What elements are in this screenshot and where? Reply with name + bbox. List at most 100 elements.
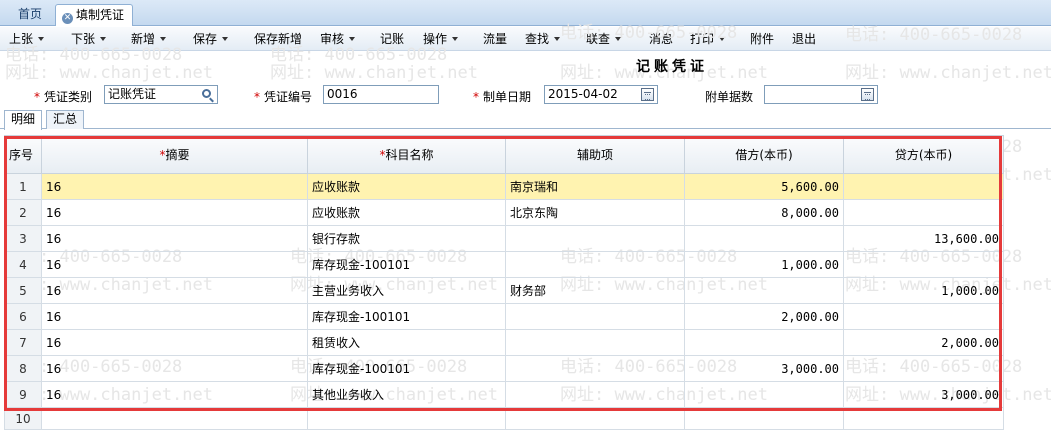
table-row[interactable]: 2 16 应收账款 北京东陶 8,000.00 — [4, 199, 1004, 226]
chevron-down-icon[interactable] — [100, 37, 107, 41]
table-row[interactable]: 3 16 银行存款 13,600.00 — [4, 225, 1004, 252]
cell-aux[interactable]: 南京瑞和 — [505, 173, 685, 200]
cell-debit[interactable] — [684, 381, 844, 408]
col-header-debit[interactable]: 借方(本币) — [684, 135, 844, 174]
cell-account[interactable]: 应收账款 — [307, 173, 506, 200]
cell-summary[interactable]: 16 — [41, 277, 308, 304]
table-row[interactable]: 6 16 库存现金-100101 2,000.00 — [4, 303, 1004, 330]
cell-debit[interactable] — [684, 225, 844, 252]
chevron-down-icon[interactable] — [615, 37, 622, 41]
search-icon[interactable] — [202, 89, 211, 98]
toolbar-button-11[interactable]: 消息 — [649, 27, 673, 51]
cell-summary[interactable]: 16 — [41, 329, 308, 356]
table-row[interactable]: 1 16 应收账款 南京瑞和 5,600.00 — [4, 173, 1004, 200]
toolbar-button-4[interactable]: 保存新增 — [254, 27, 302, 51]
cell-account[interactable]: 租赁收入 — [307, 329, 506, 356]
cell-summary[interactable]: 16 — [41, 251, 308, 278]
toolbar-button-3[interactable]: 保存 — [193, 27, 229, 51]
cell-credit[interactable] — [843, 199, 1004, 226]
cell-debit[interactable] — [684, 277, 844, 304]
tab-detail[interactable]: 明细 — [4, 110, 43, 130]
toolbar-button-7[interactable]: 操作 — [423, 27, 459, 51]
cell-debit[interactable] — [684, 407, 844, 430]
close-icon[interactable]: ✕ — [62, 13, 73, 24]
toolbar-button-1[interactable]: 下张 — [71, 27, 107, 51]
toolbar-button-14[interactable]: 退出 — [792, 27, 816, 51]
toolbar-button-13[interactable]: 附件 — [750, 27, 774, 51]
cell-debit[interactable]: 2,000.00 — [684, 303, 844, 330]
chevron-down-icon[interactable] — [160, 37, 167, 41]
col-header-aux[interactable]: 辅助项 — [505, 135, 685, 174]
cell-credit[interactable]: 13,600.00 — [843, 225, 1004, 252]
toolbar-button-5[interactable]: 审核 — [320, 27, 356, 51]
cell-aux[interactable] — [505, 381, 685, 408]
cell-summary[interactable]: 16 — [41, 381, 308, 408]
cell-summary[interactable]: 16 — [41, 199, 308, 226]
cell-account[interactable]: 库存现金-100101 — [307, 251, 506, 278]
cell-summary[interactable]: 16 — [41, 173, 308, 200]
attachments-field[interactable] — [764, 85, 878, 104]
chevron-down-icon[interactable] — [349, 37, 356, 41]
cell-account[interactable]: 主营业务收入 — [307, 277, 506, 304]
cell-aux[interactable] — [505, 225, 685, 252]
calendar-icon[interactable] — [861, 88, 874, 101]
cell-debit[interactable]: 8,000.00 — [684, 199, 844, 226]
cell-credit[interactable] — [843, 303, 1004, 330]
cell-credit[interactable] — [843, 355, 1004, 382]
table-row[interactable]: 5 16 主营业务收入 财务部 1,000.00 — [4, 277, 1004, 304]
toolbar-button-2[interactable]: 新增 — [131, 27, 167, 51]
cell-debit[interactable]: 3,000.00 — [684, 355, 844, 382]
cell-account[interactable]: 应收账款 — [307, 199, 506, 226]
cell-aux[interactable] — [505, 355, 685, 382]
table-row[interactable]: 4 16 库存现金-100101 1,000.00 — [4, 251, 1004, 278]
cell-credit[interactable]: 3,000.00 — [843, 381, 1004, 408]
voucher-type-field[interactable]: 记账凭证 — [104, 85, 218, 104]
table-row[interactable]: 9 16 其他业务收入 3,000.00 — [4, 381, 1004, 408]
chevron-down-icon[interactable] — [222, 37, 229, 41]
tab-home[interactable]: 首页 — [10, 4, 50, 26]
date-field[interactable]: 2015-04-02 — [544, 85, 658, 104]
cell-credit[interactable]: 2,000.00 — [843, 329, 1004, 356]
toolbar-button-6[interactable]: 记账 — [380, 27, 404, 51]
cell-debit[interactable] — [684, 329, 844, 356]
cell-summary[interactable]: 16 — [41, 355, 308, 382]
cell-account[interactable]: 库存现金-100101 — [307, 355, 506, 382]
calendar-icon[interactable] — [641, 88, 654, 101]
toolbar-button-9[interactable]: 查找 — [525, 27, 561, 51]
cell-account[interactable] — [307, 407, 506, 430]
cell-summary[interactable]: 16 — [41, 225, 308, 252]
table-row[interactable]: 7 16 租赁收入 2,000.00 — [4, 329, 1004, 356]
cell-credit[interactable] — [843, 173, 1004, 200]
cell-summary[interactable] — [41, 407, 308, 430]
chevron-down-icon[interactable] — [38, 37, 45, 41]
cell-account[interactable]: 银行存款 — [307, 225, 506, 252]
col-header-summary[interactable]: *摘要 — [41, 135, 308, 174]
table-row[interactable]: 8 16 库存现金-100101 3,000.00 — [4, 355, 1004, 382]
toolbar-button-12[interactable]: 打印 — [690, 27, 726, 51]
cell-aux[interactable]: 北京东陶 — [505, 199, 685, 226]
cell-debit[interactable]: 1,000.00 — [684, 251, 844, 278]
cell-aux[interactable] — [505, 407, 685, 430]
table-row[interactable]: 10 — [4, 407, 1004, 430]
cell-credit[interactable] — [843, 251, 1004, 278]
cell-summary[interactable]: 16 — [41, 303, 308, 330]
toolbar-button-10[interactable]: 联查 — [586, 27, 622, 51]
cell-credit[interactable]: 1,000.00 — [843, 277, 1004, 304]
cell-aux[interactable] — [505, 251, 685, 278]
col-header-credit[interactable]: 贷方(本币) — [843, 135, 1004, 174]
chevron-down-icon[interactable] — [452, 37, 459, 41]
cell-aux[interactable]: 财务部 — [505, 277, 685, 304]
toolbar-button-0[interactable]: 上张 — [9, 27, 45, 51]
cell-account[interactable]: 库存现金-100101 — [307, 303, 506, 330]
col-header-account[interactable]: *科目名称 — [307, 135, 506, 174]
toolbar-button-8[interactable]: 流量 — [483, 27, 507, 51]
cell-debit[interactable]: 5,600.00 — [684, 173, 844, 200]
cell-account[interactable]: 其他业务收入 — [307, 381, 506, 408]
chevron-down-icon[interactable] — [554, 37, 561, 41]
tab-summary[interactable]: 汇总 — [46, 110, 85, 129]
tab-voucher-entry[interactable]: ✕ 填制凭证 — [55, 4, 134, 26]
cell-aux[interactable] — [505, 303, 685, 330]
chevron-down-icon[interactable] — [719, 37, 726, 41]
cell-aux[interactable] — [505, 329, 685, 356]
voucher-no-field[interactable]: 0016 — [323, 85, 439, 104]
